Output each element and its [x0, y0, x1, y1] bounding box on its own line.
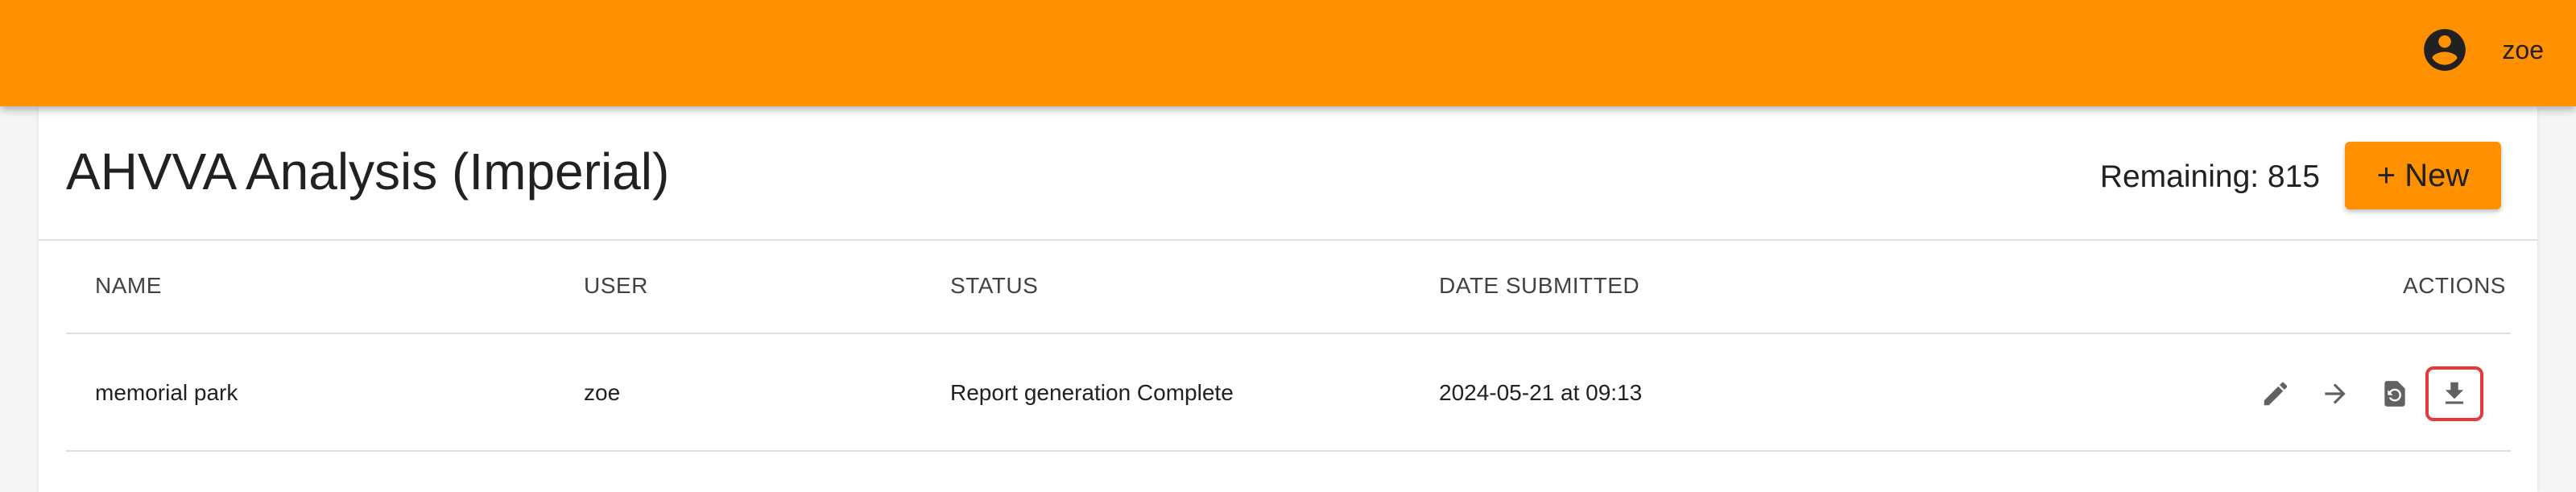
remaining-count: Remaining: 815 [2099, 159, 2320, 194]
row-date-submitted: 2024-05-21 at 09:13 [1439, 380, 1643, 405]
account-circle-icon[interactable] [2420, 25, 2470, 75]
download-icon [2445, 382, 2464, 404]
page-title: AHVVA Analysis (Imperial) [66, 143, 670, 201]
analysis-card: AHVVA Analysis (Imperial) Remaining: 815… [39, 106, 2537, 492]
analysis-table: NAME USER STATUS DATE SUBMITTED ACTIONS … [66, 241, 2511, 452]
table-header: NAME USER STATUS DATE SUBMITTED ACTIONS [66, 241, 2511, 334]
app-bar: zoe [0, 0, 2576, 106]
username-label: zoe [2502, 35, 2544, 64]
edit-button[interactable] [2247, 366, 2305, 421]
row-status: Report generation Complete [950, 380, 1234, 405]
column-header-user[interactable]: USER [584, 241, 648, 308]
regenerate-report-button[interactable] [2366, 366, 2424, 421]
new-button[interactable]: + New [2345, 142, 2501, 209]
edit-icon [2264, 382, 2288, 406]
row-user: zoe [584, 380, 621, 405]
arrow-forward-icon [2325, 383, 2346, 404]
row-actions [2245, 366, 2483, 421]
column-header-name[interactable]: NAME [95, 241, 162, 308]
column-header-actions: ACTIONS [2403, 273, 2506, 298]
open-button[interactable] [2306, 366, 2364, 421]
row-name: memorial park [95, 380, 238, 405]
download-button[interactable] [2425, 366, 2483, 421]
column-header-status[interactable]: STATUS [950, 241, 1038, 308]
column-header-date-submitted[interactable]: DATE SUBMITTED [1439, 241, 1639, 308]
report-restore-icon [2384, 381, 2405, 407]
table-row[interactable]: memorial park zoe Report generation Comp… [66, 334, 2511, 452]
user-menu[interactable]: zoe [2420, 24, 2544, 76]
